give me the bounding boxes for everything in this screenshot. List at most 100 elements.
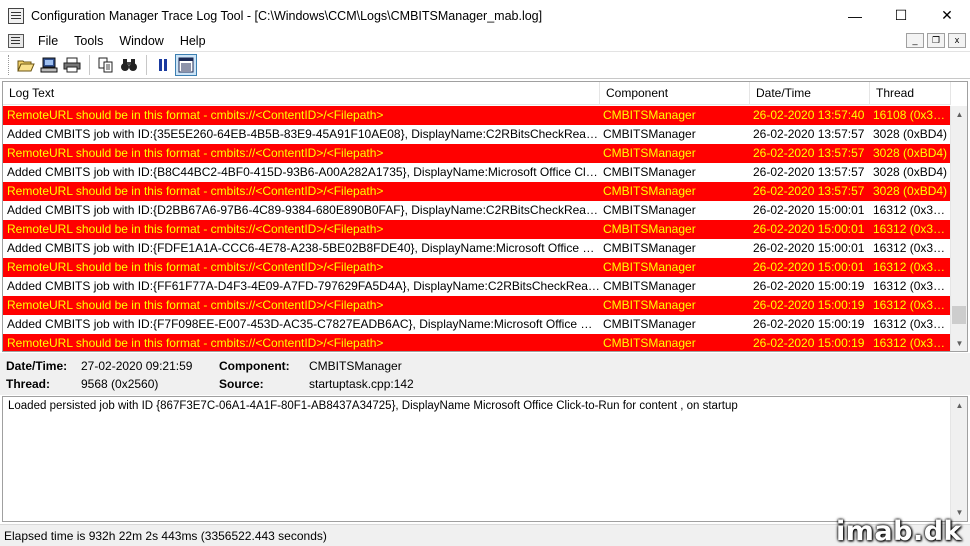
log-text-cell: Added CMBITS job with ID:{FF61F77A-D4F3-… (7, 279, 600, 293)
component-cell: CMBITSManager (603, 165, 696, 179)
mdi-close-button[interactable]: x (948, 33, 966, 48)
thread-cell: 16312 (0x3FB8) (873, 203, 951, 217)
component-cell: CMBITSManager (603, 222, 696, 236)
thread-cell: 3028 (0xBD4) (873, 165, 948, 179)
log-row[interactable]: RemoteURL should be in this format - cmb… (3, 220, 951, 239)
log-row[interactable]: RemoteURL should be in this format - cmb… (3, 296, 951, 315)
log-row[interactable]: Added CMBITS job with ID:{35E5E260-64EB-… (3, 125, 951, 144)
log-row[interactable]: RemoteURL should be in this format - cmb… (3, 258, 951, 277)
thread-cell: 16312 (0x3FB8) (873, 298, 951, 312)
scroll-down-arrow-icon[interactable]: ▼ (951, 335, 967, 351)
scroll-thumb[interactable] (952, 306, 966, 324)
datetime-cell: 26-02-2020 15:00:01 (753, 241, 865, 255)
copy-icon (98, 57, 113, 73)
details-pane-icon (178, 57, 194, 73)
datetime-cell: 26-02-2020 15:00:19 (753, 279, 865, 293)
mdi-minimize-button[interactable]: _ (906, 33, 924, 48)
component-cell: CMBITSManager (603, 127, 696, 141)
message-vertical-scrollbar[interactable]: ▲ ▼ (950, 397, 967, 521)
print-button[interactable] (61, 54, 83, 76)
datetime-cell: 26-02-2020 13:57:57 (753, 146, 865, 160)
log-text-cell: RemoteURL should be in this format - cmb… (7, 336, 384, 350)
message-pane[interactable]: Loaded persisted job with ID {867F3E7C-0… (2, 396, 968, 522)
component-cell: CMBITSManager (603, 203, 696, 217)
thread-value: 9568 (0x2560) (81, 377, 159, 391)
log-text-cell: Added CMBITS job with ID:{B8C44BC2-4BF0-… (7, 165, 600, 179)
app-icon (8, 7, 24, 24)
source-value: startuptask.cpp:142 (309, 377, 414, 391)
document-icon[interactable] (8, 34, 24, 48)
datetime-value: 27-02-2020 09:21:59 (81, 359, 193, 373)
thread-cell: 16312 (0x3FB8) (873, 222, 951, 236)
component-cell: CMBITSManager (603, 317, 696, 331)
printer-icon (63, 57, 81, 73)
log-row[interactable]: RemoteURL should be in this format - cmb… (3, 334, 951, 351)
mdi-restore-button[interactable]: ❐ (927, 33, 945, 48)
log-row[interactable]: Added CMBITS job with ID:{D2BB67A6-97B6-… (3, 201, 951, 220)
menu-tools[interactable]: Tools (66, 31, 111, 51)
column-header-thread[interactable]: Thread (870, 82, 951, 105)
component-label: Component: (219, 359, 290, 373)
log-row[interactable]: Added CMBITS job with ID:{F7F098EE-E007-… (3, 315, 951, 334)
pause-button[interactable] (152, 54, 174, 76)
copy-button[interactable] (95, 54, 117, 76)
grid-header: Log Text Component Date/Time Thread (3, 82, 951, 105)
log-row[interactable]: RemoteURL should be in this format - cmb… (3, 144, 951, 163)
menu-bar: File Tools Window Help (0, 31, 970, 51)
computer-icon (40, 57, 58, 73)
source-label: Source: (219, 377, 264, 391)
menu-help[interactable]: Help (172, 31, 214, 51)
scroll-up-arrow-icon[interactable]: ▲ (951, 397, 968, 414)
thread-cell: 16312 (0x3FB8) (873, 260, 951, 274)
log-row[interactable]: Added CMBITS job with ID:{FF61F77A-D4F3-… (3, 277, 951, 296)
column-header-component[interactable]: Component (600, 82, 750, 105)
datetime-cell: 26-02-2020 15:00:19 (753, 298, 865, 312)
log-row[interactable]: Added CMBITS job with ID:{B8C44BC2-4BF0-… (3, 163, 951, 182)
thread-cell: 3028 (0xBD4) (873, 146, 948, 160)
grid-vertical-scrollbar[interactable]: ▲ ▼ (950, 106, 967, 351)
datetime-cell: 26-02-2020 15:00:01 (753, 222, 865, 236)
component-cell: CMBITSManager (603, 336, 696, 350)
log-text-cell: RemoteURL should be in this format - cmb… (7, 298, 384, 312)
menu-window[interactable]: Window (111, 31, 171, 51)
datetime-cell: 26-02-2020 13:57:40 (753, 108, 865, 122)
title-bar: Configuration Manager Trace Log Tool - [… (0, 0, 970, 31)
log-row[interactable]: RemoteURL should be in this format - cmb… (3, 182, 951, 201)
log-text-cell: Added CMBITS job with ID:{FDFE1A1A-CCC6-… (7, 241, 600, 255)
log-text-cell: Added CMBITS job with ID:{35E5E260-64EB-… (7, 127, 600, 141)
open-folder-button[interactable] (15, 54, 37, 76)
component-cell: CMBITSManager (603, 279, 696, 293)
datetime-cell: 26-02-2020 15:00:19 (753, 317, 865, 331)
scroll-up-arrow-icon[interactable]: ▲ (951, 106, 967, 123)
thread-cell: 3028 (0xBD4) (873, 127, 948, 141)
log-text-cell: RemoteURL should be in this format - cmb… (7, 108, 384, 122)
log-text-cell: Added CMBITS job with ID:{F7F098EE-E007-… (7, 317, 600, 331)
print-server-button[interactable] (38, 54, 60, 76)
datetime-cell: 26-02-2020 13:57:57 (753, 165, 865, 179)
toolbar-grip[interactable] (8, 55, 11, 75)
menu-file[interactable]: File (30, 31, 66, 51)
component-cell: CMBITSManager (603, 108, 696, 122)
datetime-cell: 26-02-2020 15:00:01 (753, 260, 865, 274)
elapsed-time-text: Elapsed time is 932h 22m 2s 443ms (33565… (4, 529, 327, 543)
log-text-cell: RemoteURL should be in this format - cmb… (7, 222, 384, 236)
minimize-button[interactable]: — (832, 0, 878, 31)
thread-cell: 16312 (0x3FB8) (873, 336, 951, 350)
log-row[interactable]: RemoteURL should be in this format - cmb… (3, 106, 951, 125)
thread-cell: 16312 (0x3FB8) (873, 317, 951, 331)
toggle-details-button[interactable] (175, 54, 197, 76)
log-row[interactable]: Added CMBITS job with ID:{FDFE1A1A-CCC6-… (3, 239, 951, 258)
mdi-controls: _ ❐ x (906, 33, 966, 48)
component-cell: CMBITSManager (603, 298, 696, 312)
datetime-cell: 26-02-2020 13:57:57 (753, 127, 865, 141)
toolbar (0, 51, 970, 79)
pause-icon (159, 59, 167, 71)
column-header-log-text[interactable]: Log Text (3, 82, 600, 105)
close-button[interactable]: ✕ (924, 0, 970, 31)
column-header-datetime[interactable]: Date/Time (750, 82, 870, 105)
datetime-label: Date/Time: (6, 359, 68, 373)
find-button[interactable] (118, 54, 140, 76)
maximize-button[interactable]: ☐ (878, 0, 924, 31)
log-grid[interactable]: Log Text Component Date/Time Thread Remo… (2, 81, 968, 352)
datetime-cell: 26-02-2020 15:00:01 (753, 203, 865, 217)
